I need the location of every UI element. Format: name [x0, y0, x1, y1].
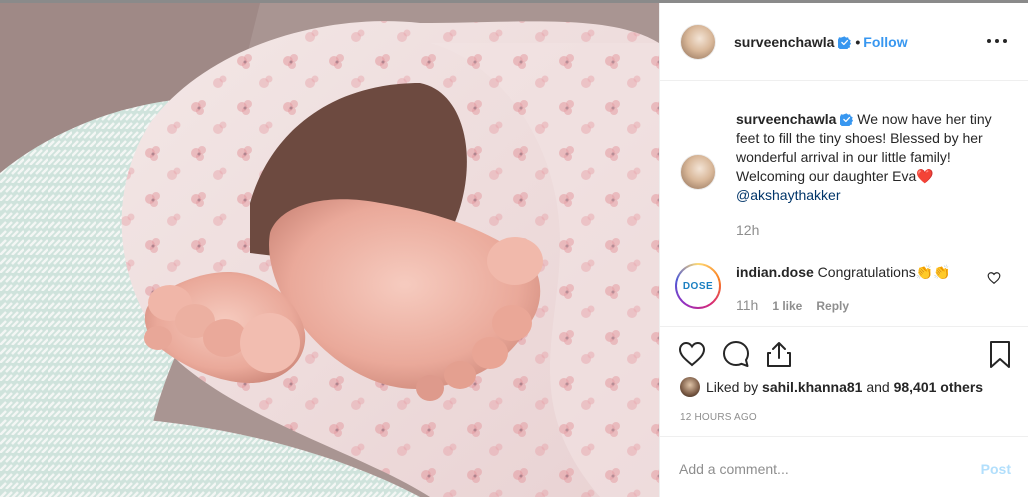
author-avatar[interactable] [680, 24, 716, 60]
caption-mention[interactable]: @akshaythakker [736, 187, 840, 203]
author-username[interactable]: surveenchawla [734, 34, 834, 50]
commenter-avatar-label: DOSE [677, 265, 719, 307]
commenter-username[interactable]: indian.dose [736, 264, 814, 280]
more-options-icon[interactable] [987, 31, 1011, 51]
comment-text-line: indian.dose Congratulations👏👏 [736, 264, 951, 281]
baby-feet-photo [0, 3, 659, 497]
likes-count[interactable]: 98,401 others [894, 379, 984, 395]
heart-icon[interactable] [678, 340, 706, 368]
post-timestamp[interactable]: 12 HOURS AGO [680, 412, 757, 423]
liker-avatar[interactable] [680, 377, 700, 397]
caption-username[interactable]: surveenchawla [736, 111, 836, 127]
likes-prefix: Liked by [706, 379, 763, 395]
likes-and: and [862, 379, 894, 395]
bookmark-icon[interactable] [986, 340, 1014, 368]
comment-body: Congratulations👏👏 [813, 264, 951, 280]
comment-time[interactable]: 11h [736, 297, 758, 313]
comment-composer: Add a comment... Post [660, 436, 1028, 497]
reply-button[interactable]: Reply [816, 299, 849, 313]
comment-icon[interactable] [722, 340, 750, 368]
post-side-panel: surveenchawla • Follow surveenchawla We no… [659, 3, 1028, 497]
verified-badge-icon [838, 36, 852, 49]
caption-text-block: surveenchawla We now have her tiny feet … [736, 110, 1006, 205]
follow-button[interactable]: Follow [863, 34, 907, 50]
liker-username[interactable]: sahil.khanna81 [762, 379, 862, 395]
caption-avatar[interactable] [680, 154, 716, 190]
comment-likes[interactable]: 1 like [772, 299, 802, 313]
author-line: surveenchawla • Follow [734, 34, 908, 50]
post-photo[interactable] [0, 3, 659, 497]
likes-summary: Liked by sahil.khanna81 and 98,401 other… [680, 377, 983, 397]
comment-meta: 11h 1 like Reply [736, 297, 849, 313]
post-header: surveenchawla • Follow [660, 3, 1028, 81]
commenter-avatar[interactable]: DOSE [675, 263, 721, 309]
separator-dot: • [855, 34, 861, 50]
post-comment-button[interactable]: Post [981, 461, 1011, 477]
verified-badge-icon [840, 113, 854, 126]
comment-heart-icon[interactable] [987, 271, 1001, 285]
caption-time[interactable]: 12h [736, 222, 759, 238]
comment-input[interactable]: Add a comment... [679, 461, 789, 477]
share-icon[interactable] [765, 340, 793, 368]
